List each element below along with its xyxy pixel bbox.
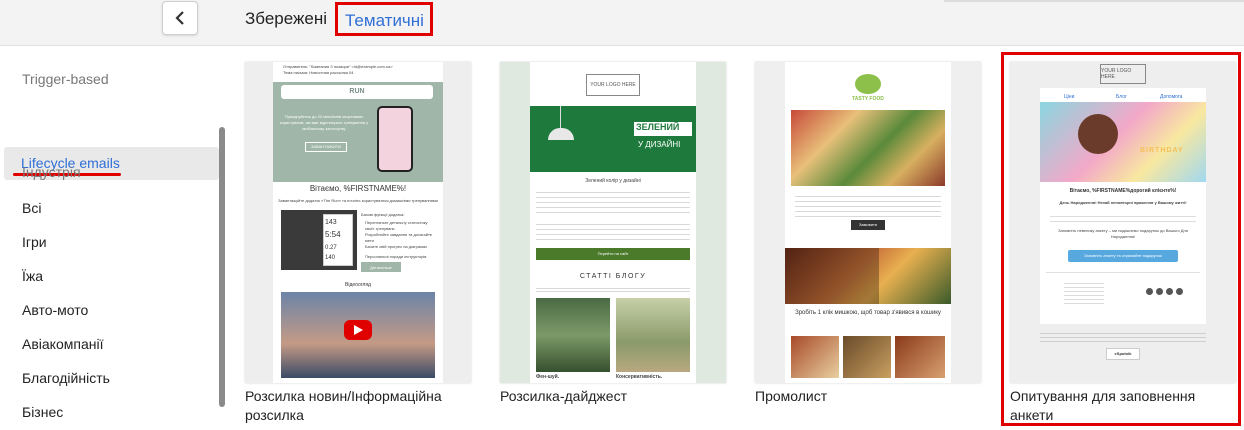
sidebar-item-airlines[interactable]: Авіакомпанії bbox=[22, 336, 103, 352]
preview-feature: Розробляйте завдання та досягайте мети bbox=[365, 232, 433, 243]
chevron-left-icon bbox=[175, 11, 184, 25]
top-bar: Збережені Тематичні bbox=[0, 0, 1244, 46]
preview-watch-number: 5:54 bbox=[325, 230, 341, 239]
template-card-promo[interactable]: TASTY FOOD Замовити Зробіть 1 клік мишко… bbox=[755, 62, 981, 406]
divider bbox=[944, 0, 1244, 2]
sidebar-item-games[interactable]: Ігри bbox=[22, 234, 47, 250]
template-thumbnail[interactable]: YOUR LOGO HERE ЗЕЛЕНИЙ У ДИЗАЙНІ Зелений… bbox=[500, 62, 726, 383]
back-button[interactable] bbox=[162, 1, 198, 35]
sidebar-item-food[interactable]: Їжа bbox=[22, 268, 43, 284]
preview-logo: YOUR LOGO HERE bbox=[1100, 64, 1146, 84]
preview-features-button: Детальніше bbox=[370, 265, 392, 270]
template-title: Розсилка-дайджест bbox=[500, 388, 627, 404]
preview-logo: YOUR LOGO HERE bbox=[586, 74, 640, 96]
preview-greeting: Вітаємо, %FIRSTNAME%! bbox=[309, 184, 407, 193]
preview-feature: Бачите свій прогрес на діаграмах bbox=[365, 244, 428, 249]
template-thumbnail[interactable]: YOUR LOGO HERE Ціни Блог Допомога BIRTHD… bbox=[1010, 62, 1236, 383]
preview-caption: Консервативність. bbox=[616, 374, 663, 380]
preview-body: Заповніть невелику анкету – ми надішлемо… bbox=[1058, 228, 1188, 239]
preview-brand: TASTY FOOD bbox=[852, 96, 884, 102]
preview-lead: День Народження! Нехай неповторні вражен… bbox=[1059, 200, 1187, 205]
template-card-digest[interactable]: YOUR LOGO HERE ЗЕЛЕНИЙ У ДИЗАЙНІ Зелений… bbox=[500, 62, 726, 406]
sidebar-item-business[interactable]: Бізнес bbox=[22, 404, 63, 420]
sidebar-item-trigger-based[interactable]: Trigger-based bbox=[22, 71, 109, 87]
sidebar-item-auto-moto[interactable]: Авто-мото bbox=[22, 302, 88, 318]
sidebar-scrollbar[interactable] bbox=[219, 127, 225, 407]
preview-subject: Тема письма: Новостная рассылка 04 bbox=[283, 70, 354, 75]
preview-hero-title: ЗЕЛЕНИЙ bbox=[636, 122, 680, 132]
tab-thematic[interactable]: Тематичні bbox=[335, 2, 433, 36]
template-card-newsletter[interactable]: Отправитель: "Компания З позиции" <id@ex… bbox=[245, 62, 471, 425]
sidebar: Trigger-based Lifecycle emails Індустрія… bbox=[0, 47, 228, 430]
preview-banner-button: ЗАВАНТАЖИТИ bbox=[310, 144, 342, 149]
preview-video-title: Відеоогляд bbox=[345, 282, 371, 288]
sidebar-item-charity[interactable]: Благодійність bbox=[22, 370, 110, 386]
preview-nav: Блог bbox=[1116, 94, 1127, 100]
preview-cake-text: BIRTHDAY bbox=[1140, 147, 1184, 154]
preview-feature: Персональні поради інструкторів bbox=[365, 254, 427, 259]
preview-button: Перейти на сайт bbox=[597, 251, 629, 256]
template-title: Опитування для заповнення анкети bbox=[1010, 388, 1196, 423]
template-thumbnail[interactable]: TASTY FOOD Замовити Зробіть 1 клік мишко… bbox=[755, 62, 981, 383]
preview-features-title: Базові функції додатка: bbox=[361, 212, 405, 217]
preview-feature: Перегляньте детальну статистику своїх тр… bbox=[365, 220, 428, 231]
preview-badge: eSputnik bbox=[1114, 351, 1132, 356]
play-icon bbox=[354, 325, 363, 335]
preview-section: СТАТТІ БЛОГУ bbox=[579, 273, 647, 280]
tab-saved[interactable]: Збережені bbox=[245, 9, 327, 29]
template-card-survey[interactable]: YOUR LOGO HERE Ціни Блог Допомога BIRTHD… bbox=[1010, 62, 1236, 425]
preview-nav: Ціни bbox=[1064, 94, 1075, 100]
preview-banner-text: Приєднуйтесь до 20 мільйонів спортивних … bbox=[279, 114, 369, 131]
preview-watch-number: 140 bbox=[325, 255, 336, 261]
preview-subtitle: Зелений колір у дизайні bbox=[585, 178, 641, 184]
preview-button: Заповніть анкету та отримайте подарунок bbox=[1084, 253, 1162, 258]
template-title: Розсилка новин/Інформаційна розсилка bbox=[245, 388, 442, 423]
sidebar-item-all[interactable]: Всі bbox=[22, 200, 41, 216]
preview-button: Замовити bbox=[858, 222, 878, 227]
preview-headline: Зробіть 1 клік мишкою, щоб товар з'явивс… bbox=[795, 310, 941, 316]
preview-hero-subtitle: У ДИЗАЙНІ bbox=[638, 140, 681, 149]
preview-greeting: Вітаємо, %FIRSTNAME%дорогий клієнте%! bbox=[1069, 188, 1177, 194]
preview-watch-number: 0.27 bbox=[325, 245, 337, 251]
sidebar-section-industry: Індустрія bbox=[22, 164, 81, 180]
preview-watch-number: 143 bbox=[325, 219, 337, 226]
preview-banner-word: RUN bbox=[349, 88, 365, 95]
preview-nav: Допомога bbox=[1160, 94, 1183, 100]
template-thumbnail[interactable]: Отправитель: "Компания З позиции" <id@ex… bbox=[245, 62, 471, 383]
preview-intro: Завантажуйте додаток «The Run» та почніт… bbox=[278, 198, 438, 203]
template-title: Промолист bbox=[755, 388, 828, 404]
preview-caption: Фен-шуй. bbox=[536, 374, 560, 380]
